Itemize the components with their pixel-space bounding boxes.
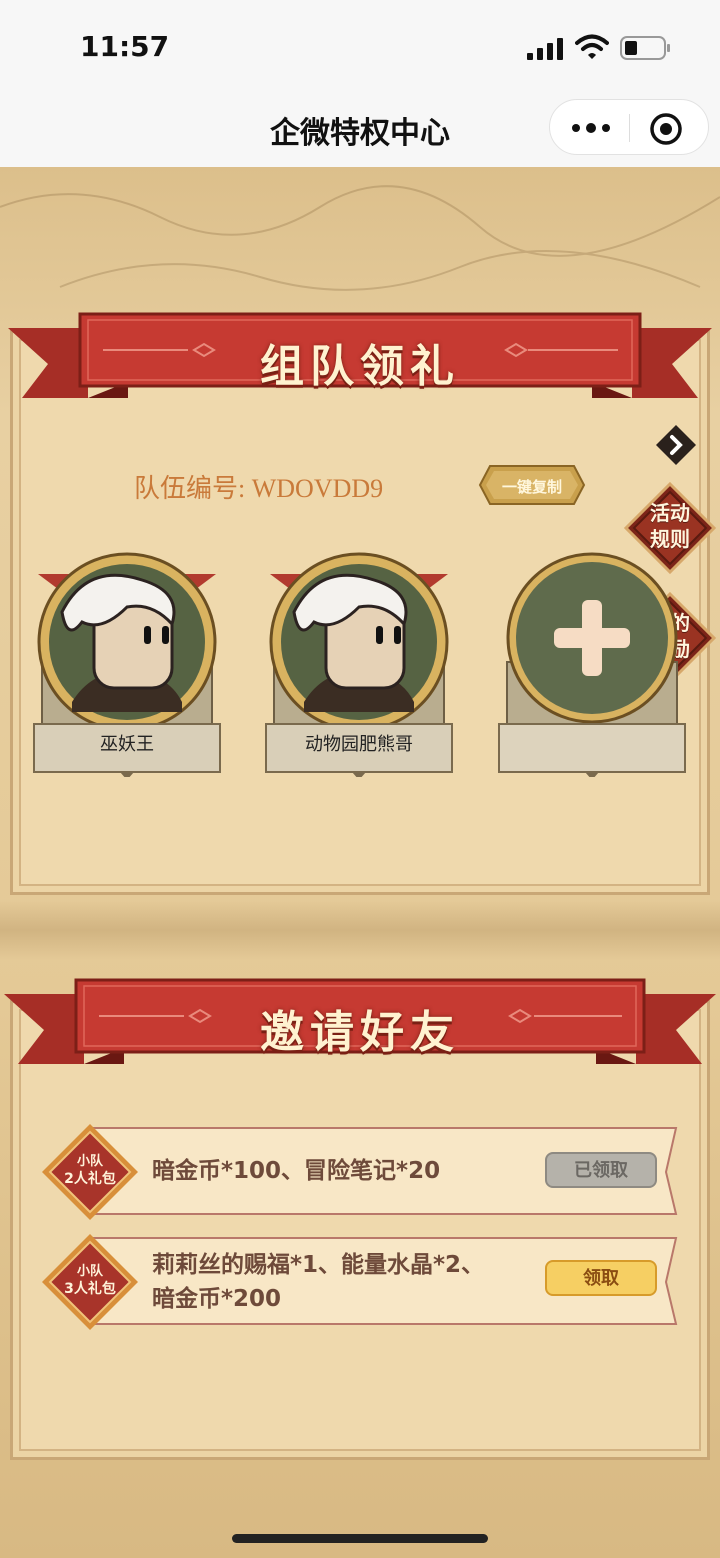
gift-row: 小队 3人礼包 莉莉丝的赐福*1、能量水晶*2、 暗金币*200 领取: [40, 1232, 680, 1332]
add-member-plus-icon: [498, 552, 686, 777]
gift-reward-text: 暗金币*100、冒险笔记*20: [152, 1158, 441, 1184]
team-id-label: 队伍编号:: [134, 474, 246, 503]
team-member[interactable]: 动物园肥熊哥: [264, 552, 454, 777]
map-decoration: [0, 185, 720, 291]
wifi-icon: [575, 34, 609, 59]
more-icon[interactable]: [568, 114, 614, 142]
member-name: 巫妖王: [100, 734, 154, 755]
copy-button-label: 一键复制: [501, 478, 562, 496]
gift-badge-bottom: 3人礼包: [64, 1281, 116, 1297]
add-member-slot[interactable]: [497, 552, 687, 777]
team-id-value: WDOVDD9: [251, 474, 384, 503]
gift-reward-line1: 莉莉丝的赐福*1、能量水晶*2、: [152, 1252, 485, 1278]
gift-badge-bottom: 2人礼包: [64, 1171, 116, 1187]
gift-badge: 小队 2人礼包: [40, 1122, 140, 1222]
member-name: 动物园肥熊哥: [305, 734, 413, 755]
team-member[interactable]: 巫妖王: [32, 552, 222, 777]
section-divider: [0, 900, 720, 960]
home-indicator: [232, 1534, 488, 1543]
rules-label-line1: 活动: [650, 501, 690, 525]
top-bar: 11:57 企微特权中心: [0, 0, 720, 167]
mini-program-capsule: [549, 99, 709, 155]
copy-team-id-button[interactable]: 一键复制: [478, 464, 586, 506]
claimed-button[interactable]: 已领取: [545, 1152, 657, 1188]
gift-badge-top: 小队: [76, 1264, 103, 1279]
team-id-row: 队伍编号: WDOVDD9: [134, 468, 383, 505]
invite-ribbon: 邀请好友: [4, 978, 716, 1078]
close-mini-program-icon[interactable]: [648, 111, 684, 147]
gift-row: 小队 2人礼包 暗金币*100、冒险笔记*20 已领取: [40, 1122, 680, 1222]
cellular-signal-icon: [527, 38, 563, 60]
invite-section-title: 邀请好友: [260, 1007, 460, 1058]
team-section-title: 组队领礼: [260, 341, 460, 392]
rules-label-line2: 规则: [650, 527, 690, 551]
gift-reward-line2: 暗金币*200: [152, 1286, 282, 1312]
claim-button[interactable]: 领取: [545, 1260, 657, 1296]
status-time: 11:57: [80, 30, 170, 63]
team-ribbon: 组队领礼: [8, 312, 712, 412]
gift-reward-text: 莉莉丝的赐福*1、能量水晶*2、 暗金币*200: [152, 1248, 484, 1316]
battery-icon: [620, 36, 670, 60]
gift-badge: 小队 3人礼包: [40, 1232, 140, 1332]
next-arrow-icon[interactable]: [655, 424, 697, 466]
capsule-divider: [629, 114, 630, 142]
gift-badge-top: 小队: [76, 1154, 103, 1169]
